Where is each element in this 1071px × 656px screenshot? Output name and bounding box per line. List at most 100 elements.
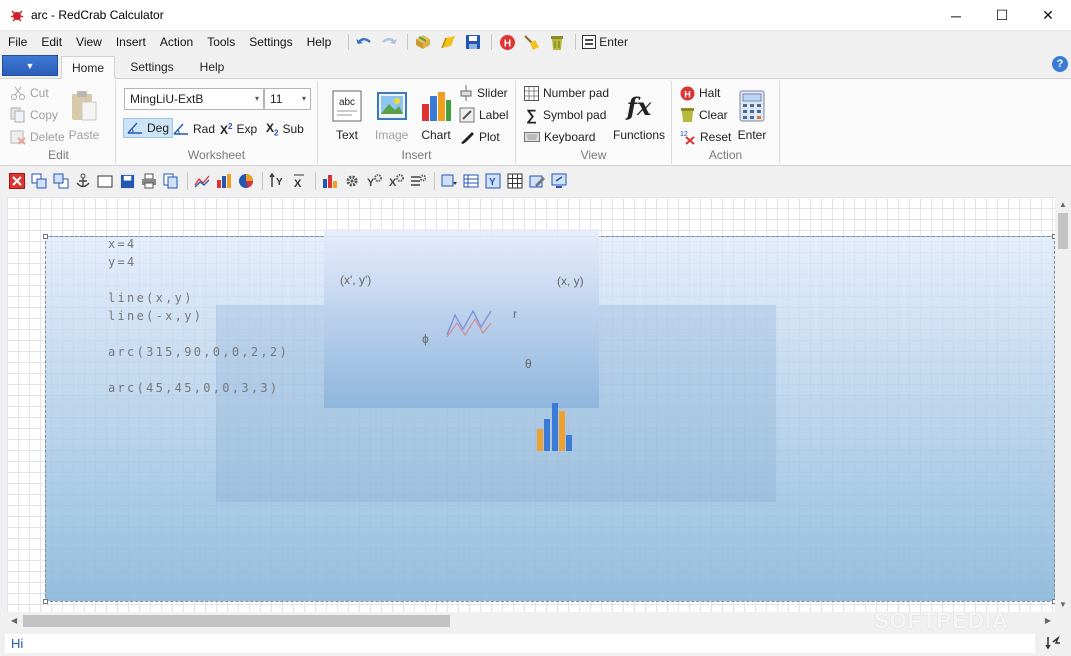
y-settings-icon[interactable]: Y — [364, 171, 384, 191]
insert-image-button[interactable]: Image — [375, 89, 408, 142]
save-icon[interactable] — [462, 32, 484, 52]
print-icon[interactable] — [139, 171, 159, 191]
group-view-label: View — [580, 148, 607, 162]
tab-help[interactable]: Help — [190, 56, 234, 79]
cut-button[interactable]: Cut — [10, 83, 49, 103]
sort-y-icon[interactable]: Y — [267, 171, 287, 191]
open-icon[interactable] — [412, 32, 434, 52]
mean-x-icon[interactable]: X — [289, 171, 309, 191]
code-line[interactable]: arc(315,90,0,0,2,2) — [108, 345, 289, 359]
status-bar: Hi — [0, 630, 1071, 656]
rad-toggle[interactable]: Rad — [173, 119, 215, 139]
keyboard-button[interactable]: Keyboard — [524, 127, 595, 147]
insert-slider-button[interactable]: Slider — [459, 83, 508, 103]
font-family-select[interactable]: MingLiU-ExtB ▾ — [124, 88, 264, 110]
halt-icon[interactable]: H — [496, 32, 518, 52]
paste-button[interactable]: Paste — [68, 89, 100, 142]
broom-icon[interactable] — [521, 32, 543, 52]
clear-icon[interactable] — [437, 32, 459, 52]
tab-settings[interactable]: Settings — [121, 56, 183, 79]
menu-file[interactable]: File — [0, 31, 34, 53]
insert-plot-button[interactable]: Plot — [459, 127, 500, 147]
edit-label-icon[interactable] — [527, 171, 547, 191]
code-line[interactable]: line(x,y) — [108, 291, 194, 305]
menu-view[interactable]: View — [69, 31, 109, 53]
enter-calc-label: Enter — [737, 128, 767, 142]
code-line[interactable]: y=4 — [108, 255, 137, 269]
scroll-up-icon[interactable]: ▲ — [1059, 200, 1067, 209]
symbol-pad-button[interactable]: ∑ Symbol pad — [524, 105, 606, 125]
insert-text-button[interactable]: abc Text — [331, 89, 363, 142]
undo-icon[interactable] — [353, 32, 375, 52]
calculator-icon — [736, 89, 768, 123]
list-settings-icon[interactable] — [408, 171, 428, 191]
code-line[interactable]: x=4 — [108, 237, 137, 251]
trash-icon[interactable] — [546, 32, 568, 52]
delete-button[interactable]: Delete — [10, 127, 65, 147]
swap-arrows-icon[interactable] — [1045, 635, 1061, 651]
menu-edit[interactable]: Edit — [34, 31, 69, 53]
insert-label-button[interactable]: Label — [459, 105, 508, 125]
insert-chart-button[interactable]: Chart — [420, 89, 452, 142]
group-insert-label: Insert — [401, 148, 432, 162]
scroll-right-icon[interactable]: ▶ — [1045, 616, 1051, 625]
application-menu-button[interactable]: ▼ — [2, 55, 58, 76]
grid-icon[interactable] — [505, 171, 525, 191]
anchor-icon[interactable] — [73, 171, 93, 191]
halt-button[interactable]: H Halt — [680, 83, 720, 103]
enter-calc-button[interactable]: Enter — [736, 89, 768, 142]
copy-button[interactable]: Copy — [10, 105, 58, 125]
functions-button[interactable]: fx Functions — [613, 89, 665, 143]
x-settings-icon[interactable]: X — [386, 171, 406, 191]
redo-icon[interactable] — [378, 32, 400, 52]
help-icon[interactable]: ? — [1052, 56, 1068, 72]
font-size-select[interactable]: 11 ▾ — [264, 88, 311, 110]
frame-icon[interactable] — [95, 171, 115, 191]
close-element-icon[interactable] — [7, 171, 27, 191]
radius-label: r — [513, 307, 517, 321]
sub-button[interactable]: X2 Sub — [266, 119, 304, 139]
number-pad-button[interactable]: Number pad — [524, 83, 609, 103]
exp-button[interactable]: X2 Exp — [220, 119, 257, 139]
export-icon[interactable] — [549, 171, 569, 191]
minimize-button[interactable]: ─ — [933, 0, 979, 31]
vertical-scrollbar[interactable]: ▲ ▼ — [1055, 197, 1071, 612]
menu-help[interactable]: Help — [300, 31, 339, 53]
horizontal-scroll-thumb[interactable] — [23, 615, 450, 627]
resize-handle[interactable] — [43, 234, 48, 239]
menu-tools[interactable]: Tools — [200, 31, 242, 53]
scroll-down-icon[interactable]: ▼ — [1059, 600, 1067, 609]
send-back-icon[interactable] — [51, 171, 71, 191]
table-view-icon[interactable] — [461, 171, 481, 191]
line-chart-icon[interactable] — [192, 171, 212, 191]
deg-toggle[interactable]: Deg — [123, 118, 174, 138]
scroll-left-icon[interactable]: ◀ — [11, 616, 17, 625]
code-line[interactable]: line(-x,y) — [108, 309, 203, 323]
maximize-button[interactable]: ☐ — [979, 0, 1025, 31]
reset-button[interactable]: 12 Reset — [680, 127, 731, 147]
bar-chart-icon[interactable] — [214, 171, 234, 191]
status-text[interactable]: Hi — [5, 634, 1035, 653]
format-dropdown-icon[interactable] — [439, 171, 459, 191]
save-element-icon[interactable] — [117, 171, 137, 191]
group-edit: Cut Copy Delete Paste Edit — [2, 81, 116, 164]
copy-element-icon[interactable] — [161, 171, 181, 191]
delete-icon — [10, 130, 26, 145]
clear-button[interactable]: Clear — [680, 105, 728, 125]
svg-text:Y: Y — [276, 177, 283, 188]
menu-action[interactable]: Action — [153, 31, 200, 53]
code-line[interactable]: arc(45,45,0,0,3,3) — [108, 381, 279, 395]
resize-handle[interactable] — [43, 599, 48, 604]
worksheet-canvas[interactable]: x=4 y=4 line(x,y) line(-x,y) arc(315,90,… — [7, 197, 1055, 612]
close-button[interactable]: ✕ — [1025, 0, 1071, 31]
axis-labels-icon[interactable]: Y — [483, 171, 503, 191]
menu-settings[interactable]: Settings — [242, 31, 299, 53]
vertical-scroll-thumb[interactable] — [1058, 213, 1068, 249]
histogram-icon[interactable] — [320, 171, 340, 191]
tab-home[interactable]: Home — [61, 56, 115, 79]
enter-button[interactable]: Enter — [582, 35, 628, 49]
bring-front-icon[interactable] — [29, 171, 49, 191]
menu-insert[interactable]: Insert — [109, 31, 153, 53]
pie-chart-icon[interactable] — [236, 171, 256, 191]
settings-gear-icon[interactable] — [342, 171, 362, 191]
